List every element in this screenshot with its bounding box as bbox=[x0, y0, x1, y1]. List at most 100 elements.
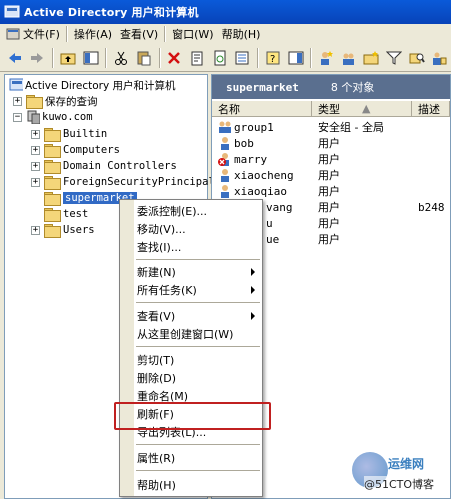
tree-item-domain-controllers[interactable]: + Domain Controllers bbox=[31, 158, 177, 174]
details-header-title: supermarket bbox=[226, 80, 299, 94]
menu-separator bbox=[136, 444, 260, 445]
ctx-delegate-control[interactable]: 委派控制(E)... bbox=[137, 202, 261, 220]
table-row[interactable]: bob 用户 bbox=[212, 135, 450, 151]
tree-root[interactable]: Active Directory 用户和计算机 bbox=[9, 77, 176, 93]
expand-icon[interactable]: + bbox=[13, 96, 22, 106]
delete-x-icon bbox=[168, 51, 181, 64]
folder-icon bbox=[44, 224, 61, 238]
refresh-highlight-box bbox=[114, 402, 271, 430]
watermark-line1: 运维网 bbox=[388, 457, 425, 471]
new-ou-button[interactable] bbox=[361, 47, 383, 69]
details-header: supermarket 8 个对象 bbox=[212, 75, 450, 99]
up-folder-icon bbox=[60, 53, 76, 64]
table-row[interactable]: xiaocheng 用户 bbox=[212, 167, 450, 183]
submenu-arrow-icon bbox=[251, 286, 255, 294]
expand-icon[interactable]: + bbox=[31, 145, 40, 155]
expand-icon[interactable]: + bbox=[31, 177, 40, 187]
tree-item-users[interactable]: + Users bbox=[31, 222, 95, 238]
ctx-help[interactable]: 帮助(H) bbox=[137, 476, 261, 494]
tree-item-computers[interactable]: + Computers bbox=[31, 142, 120, 158]
clipboard-icon bbox=[137, 51, 151, 65]
ctx-delete[interactable]: 删除(D) bbox=[137, 369, 261, 387]
window-title: Active Directory 用户和计算机 bbox=[24, 6, 199, 19]
export-list-button[interactable] bbox=[231, 47, 253, 69]
tree-item-test[interactable]: test bbox=[44, 206, 88, 222]
new-group-icon bbox=[342, 53, 354, 65]
column-header-type[interactable]: 类型 ▲ bbox=[312, 101, 412, 117]
table-row[interactable]: xiaoqiao 用户 bbox=[212, 183, 450, 199]
submenu-arrow-icon bbox=[251, 312, 255, 320]
context-menu: 委派控制(E)... 移动(V)... 查找(I)... 新建(N) 所有任务(… bbox=[119, 199, 263, 497]
action-pane-button[interactable] bbox=[285, 47, 307, 69]
table-row[interactable]: group1 安全组 - 全局 bbox=[212, 119, 450, 135]
properties-button[interactable] bbox=[186, 47, 208, 69]
ctx-all-tasks[interactable]: 所有任务(K) bbox=[137, 281, 261, 299]
column-header-name[interactable]: 名称 bbox=[212, 101, 312, 117]
menu-help[interactable]: 帮助(H) bbox=[218, 25, 265, 43]
menu-separator bbox=[136, 346, 260, 347]
menu-window[interactable]: 窗口(W) bbox=[168, 25, 217, 43]
submenu-arrow-icon bbox=[251, 268, 255, 276]
menu-view[interactable]: 查看(V) bbox=[116, 25, 162, 43]
ctx-find[interactable]: 查找(I)... bbox=[137, 238, 261, 256]
menu-separator bbox=[136, 302, 260, 303]
ou-folder-icon bbox=[44, 192, 61, 206]
column-header-description[interactable]: 描述 bbox=[412, 101, 450, 117]
folder-icon bbox=[44, 144, 61, 158]
group-icon bbox=[219, 121, 231, 133]
tree-item-domain[interactable]: − kuwo.com bbox=[13, 109, 93, 125]
ou-folder-icon bbox=[44, 208, 61, 222]
tree-item-builtin[interactable]: + Builtin bbox=[31, 126, 107, 142]
ctx-properties[interactable]: 属性(R) bbox=[137, 449, 261, 467]
ctx-cut[interactable]: 剪切(T) bbox=[137, 351, 261, 369]
expand-icon[interactable]: + bbox=[31, 161, 40, 171]
table-row[interactable]: marry 用户 bbox=[212, 151, 450, 167]
sort-arrow-icon: ▲ bbox=[362, 102, 371, 115]
menu-file[interactable]: 文件(F) bbox=[2, 25, 64, 43]
cut-button[interactable] bbox=[110, 47, 132, 69]
menu-separator bbox=[65, 26, 68, 42]
help-icon: ? bbox=[266, 51, 280, 65]
menu-separator bbox=[136, 470, 260, 471]
tree-item-saved-queries[interactable]: + 保存的查询 bbox=[13, 93, 98, 109]
find-button[interactable] bbox=[406, 47, 428, 69]
menu-action[interactable]: 操作(A) bbox=[70, 25, 116, 43]
ctx-new-window-from-here[interactable]: 从这里创建窗口(W) bbox=[137, 325, 261, 343]
export-list-icon bbox=[235, 51, 249, 64]
toolbar-separator bbox=[257, 47, 260, 68]
forward-arrow-icon bbox=[31, 52, 44, 63]
title-bar: Active Directory 用户和计算机 bbox=[0, 0, 451, 24]
ctx-move[interactable]: 移动(V)... bbox=[137, 220, 261, 238]
ctx-new[interactable]: 新建(N) bbox=[137, 263, 261, 281]
delete-button[interactable] bbox=[164, 47, 186, 69]
new-group-button[interactable] bbox=[338, 47, 360, 69]
show-hide-tree-button[interactable] bbox=[80, 47, 102, 69]
folder-icon bbox=[44, 128, 61, 142]
refresh-button[interactable] bbox=[209, 47, 231, 69]
new-user-button[interactable] bbox=[315, 47, 337, 69]
add-to-group-button[interactable] bbox=[428, 47, 450, 69]
expand-icon[interactable]: + bbox=[31, 129, 40, 139]
toolbar-separator bbox=[105, 47, 108, 68]
ad-snapin-icon bbox=[9, 78, 23, 91]
ctx-view[interactable]: 查看(V) bbox=[137, 307, 261, 325]
filter-button[interactable] bbox=[383, 47, 405, 69]
svg-text:?: ? bbox=[270, 54, 275, 65]
menu-bar: 文件(F) 操作(A) 查看(V) 窗口(W) 帮助(H) bbox=[0, 24, 451, 44]
watermark-line2: @51CTO博客 bbox=[364, 476, 435, 492]
help-button[interactable]: ? bbox=[262, 47, 284, 69]
back-button[interactable] bbox=[4, 47, 26, 69]
up-level-button[interactable] bbox=[57, 47, 79, 69]
document-icon bbox=[214, 50, 226, 65]
user-icon bbox=[221, 169, 229, 182]
properties-icon bbox=[191, 51, 203, 65]
ad-app-icon bbox=[4, 4, 20, 20]
collapse-icon[interactable]: − bbox=[13, 112, 22, 122]
forward-button[interactable] bbox=[27, 47, 49, 69]
menu-separator bbox=[164, 26, 167, 42]
find-icon bbox=[409, 53, 425, 63]
tree-item-foreign-security-principals[interactable]: + ForeignSecurityPrincipal bbox=[31, 174, 215, 190]
paste-button[interactable] bbox=[133, 47, 155, 69]
scissors-icon bbox=[115, 51, 128, 65]
expand-icon[interactable]: + bbox=[31, 225, 40, 235]
